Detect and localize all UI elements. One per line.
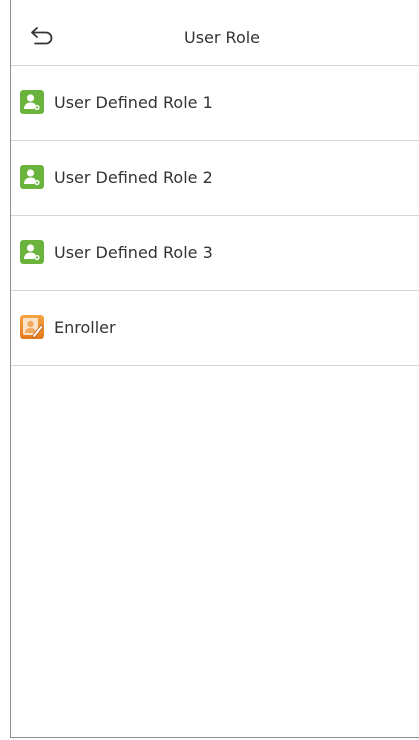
role-label: Enroller [54, 318, 116, 337]
user-role-screen: User Role User Defined Role 1 User Defin… [10, 0, 419, 738]
user-role-icon [20, 240, 44, 264]
list-item-user-defined-role-3[interactable]: User Defined Role 3 [11, 216, 419, 291]
user-role-icon [20, 165, 44, 189]
user-role-icon [20, 90, 44, 114]
role-label: User Defined Role 3 [54, 243, 213, 262]
list-item-enroller[interactable]: Enroller [11, 291, 419, 366]
list-item-user-defined-role-1[interactable]: User Defined Role 1 [11, 66, 419, 141]
list-item-user-defined-role-2[interactable]: User Defined Role 2 [11, 141, 419, 216]
header-bar: User Role [11, 0, 419, 66]
role-label: User Defined Role 2 [54, 168, 213, 187]
enroller-icon [20, 315, 44, 339]
role-label: User Defined Role 1 [54, 93, 213, 112]
page-title: User Role [183, 28, 261, 47]
role-list: User Defined Role 1 User Defined Role 2 … [11, 66, 419, 366]
